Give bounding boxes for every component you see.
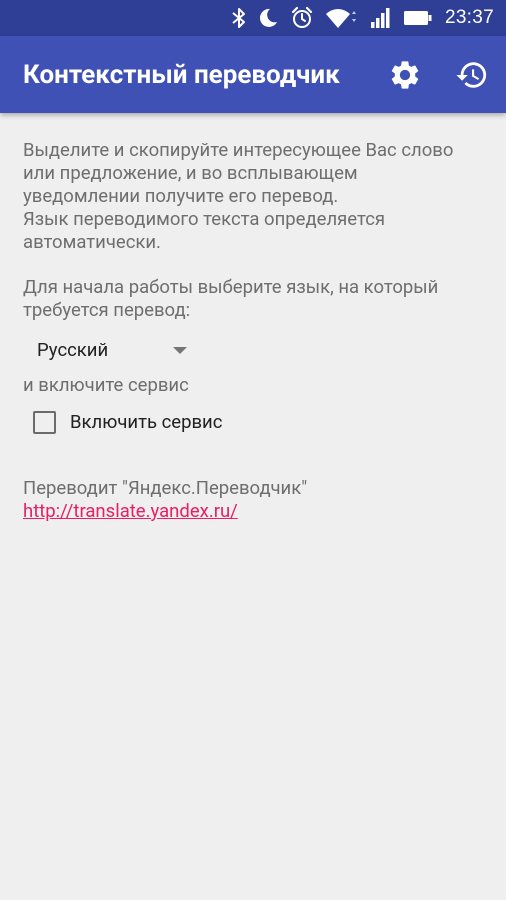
intro-line: автоматически. <box>23 231 161 253</box>
enable-service-label: Включить сервис <box>70 410 223 433</box>
battery-icon <box>403 6 433 30</box>
language-spinner-value: Русский <box>37 338 109 361</box>
enable-service-checkbox[interactable]: Включить сервис <box>33 407 483 437</box>
language-spinner[interactable]: Русский <box>37 334 187 366</box>
checkbox-icon[interactable] <box>33 410 56 434</box>
dropdown-arrow-icon <box>173 346 187 354</box>
moon-icon <box>257 6 279 30</box>
enable-hint: и включите сервис <box>23 374 189 396</box>
intro-line: Язык переводимого текста определяется <box>23 208 386 230</box>
intro-text: Выделите и скопируйте интересующее Вас с… <box>23 139 483 254</box>
yandex-translate-link[interactable]: http://translate.yandex.ru/ <box>23 500 238 522</box>
status-bar: 23:37 <box>0 0 506 36</box>
alarm-icon <box>290 6 314 30</box>
main-content: Выделите и скопируйте интересующее Вас с… <box>23 139 483 523</box>
status-time: 23:37 <box>444 7 494 28</box>
credit-text: Переводит "Яндекс.Переводчик" <box>23 477 308 499</box>
wifi-icon <box>325 6 359 30</box>
intro-line: уведомлении получите его перевод. <box>23 185 339 207</box>
prompt-line: требуется перевод: <box>23 299 191 321</box>
settings-icon <box>391 61 419 89</box>
settings-button[interactable] <box>386 56 424 94</box>
signal-icon <box>370 6 392 30</box>
app-bar: Контекстный переводчик <box>0 36 506 113</box>
app-title: Контекстный переводчик <box>23 59 340 90</box>
history-icon <box>456 62 487 88</box>
language-prompt: Для начала работы выберите язык, на кото… <box>23 276 483 322</box>
intro-line: Выделите и скопируйте интересующее Вас с… <box>23 139 454 161</box>
history-button[interactable] <box>453 56 491 94</box>
bluetooth-icon <box>232 6 246 30</box>
prompt-line: Для начала работы выберите язык, на кото… <box>23 276 439 298</box>
intro-line: или предложение, и во всплывающем <box>23 162 358 184</box>
